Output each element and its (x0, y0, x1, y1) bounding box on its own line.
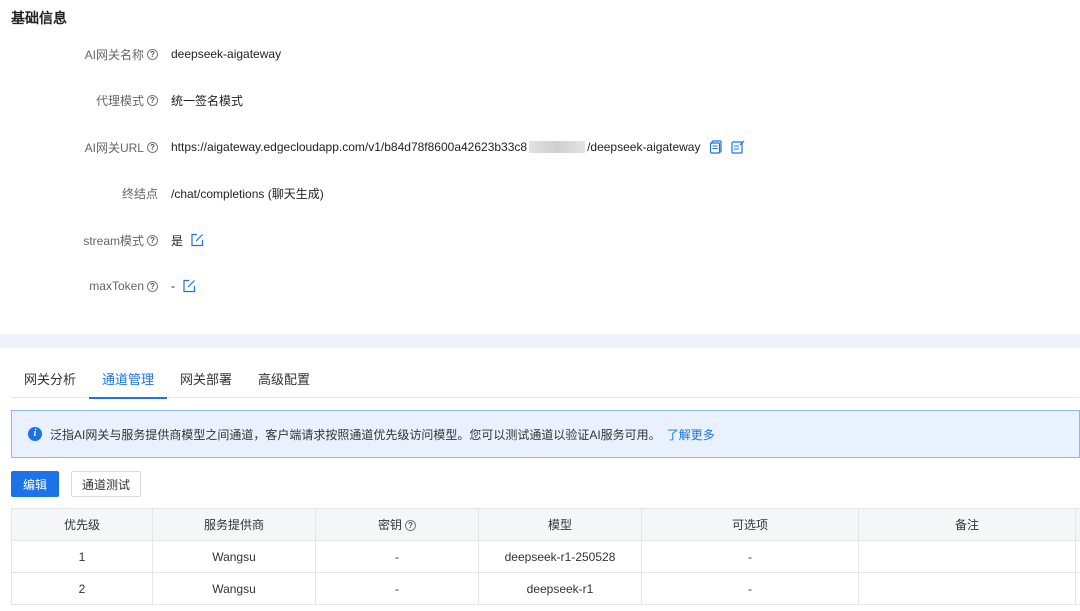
info-row-gateway-url: AI网关URL ? https://aigateway.edgecloudapp… (0, 137, 1080, 157)
info-row-max-token: maxToken ? - (0, 276, 1080, 296)
cell-priority: 1 (11, 540, 153, 573)
help-icon[interactable]: ? (147, 280, 158, 292)
info-row-stream-mode: stream模式 ? 是 (0, 230, 1080, 250)
gateway-url-prefix: https://aigateway.edgecloudapp.com/v1/b8… (171, 140, 528, 154)
edit-icon[interactable] (181, 278, 197, 294)
info-row-gateway-name: AI网关名称 ? deepseek-aigateway (0, 44, 1080, 64)
edit-icon[interactable] (730, 139, 746, 155)
help-icon[interactable]: ? (147, 94, 158, 106)
cell-priority: 2 (11, 572, 153, 605)
header-priority: 优先级 (11, 508, 153, 541)
help-icon[interactable]: ? (147, 48, 158, 60)
cell-extra (1075, 540, 1080, 573)
gateway-url-label: AI网关URL (84, 140, 144, 155)
table-row: 1 Wangsu - deepseek-r1-250528 - (11, 540, 1080, 573)
tab-gateway-deployment[interactable]: 网关部署 (167, 364, 245, 398)
header-remarks: 备注 (858, 508, 1076, 541)
tab-advanced-config[interactable]: 高级配置 (245, 364, 323, 398)
max-token-value: - (171, 279, 175, 293)
header-options: 可选项 (641, 508, 859, 541)
tab-channel-management[interactable]: 通道管理 (89, 364, 168, 399)
redacted-blur (529, 141, 586, 153)
help-icon[interactable]: ? (147, 141, 158, 153)
stream-mode-value: 是 (171, 233, 184, 248)
gateway-url-suffix: /deepseek-aigateway (587, 140, 701, 154)
header-provider: 服务提供商 (152, 508, 316, 541)
table-row: 2 Wangsu - deepseek-r1 - (11, 572, 1080, 605)
endpoint-label: 终结点 (121, 186, 158, 201)
info-alert: i 泛指AI网关与服务提供商模型之间通道，客户端请求按照通道优先级访问模型。您可… (11, 410, 1080, 458)
cell-provider: Wangsu (152, 572, 316, 605)
proxy-mode-label: 代理模式 (95, 93, 144, 108)
cell-provider: Wangsu (152, 540, 316, 573)
header-key: 密钥? (315, 508, 479, 541)
endpoint-value: /chat/completions (聊天生成) (171, 186, 324, 201)
info-icon: i (28, 427, 42, 441)
learn-more-link[interactable]: 了解更多 (667, 426, 715, 443)
table-header-row: 优先级 服务提供商 密钥? 模型 可选项 备注 (11, 508, 1080, 541)
cell-extra (1075, 572, 1080, 605)
section-title: 基础信息 (11, 10, 67, 26)
cell-key: - (315, 540, 479, 573)
edit-icon[interactable] (189, 232, 205, 248)
stream-mode-label: stream模式 (83, 233, 144, 248)
info-row-endpoint: 终结点 /chat/completions (聊天生成) (0, 183, 1080, 203)
help-icon[interactable]: ? (405, 520, 416, 532)
channel-table: 优先级 服务提供商 密钥? 模型 可选项 备注 1 Wangsu - deeps… (11, 508, 1080, 605)
cell-remarks (858, 540, 1076, 573)
cell-options: - (641, 540, 859, 573)
header-extra (1075, 508, 1080, 541)
max-token-label: maxToken (89, 279, 144, 293)
help-icon[interactable]: ? (147, 234, 158, 246)
proxy-mode-value: 统一签名模式 (171, 93, 244, 108)
edit-button[interactable]: 编辑 (11, 471, 59, 497)
channel-test-button[interactable]: 通道测试 (71, 471, 141, 497)
alert-text: 泛指AI网关与服务提供商模型之间通道，客户端请求按照通道优先级访问模型。您可以测… (50, 427, 661, 442)
header-model: 模型 (478, 508, 642, 541)
cell-model: deepseek-r1 (478, 572, 642, 605)
gateway-name-value: deepseek-aigateway (171, 47, 282, 61)
cell-remarks (858, 572, 1076, 605)
info-row-proxy-mode: 代理模式 ? 统一签名模式 (0, 90, 1080, 110)
tab-bar: 网关分析 通道管理 网关部署 高级配置 (11, 364, 1080, 399)
gateway-name-label: AI网关名称 (84, 47, 144, 62)
header-key-label: 密钥 (377, 518, 402, 532)
cell-options: - (641, 572, 859, 605)
cell-key: - (315, 572, 479, 605)
section-divider (0, 334, 1080, 348)
tab-gateway-analysis[interactable]: 网关分析 (11, 364, 89, 398)
copy-icon[interactable] (708, 139, 724, 155)
cell-model: deepseek-r1-250528 (478, 540, 642, 573)
